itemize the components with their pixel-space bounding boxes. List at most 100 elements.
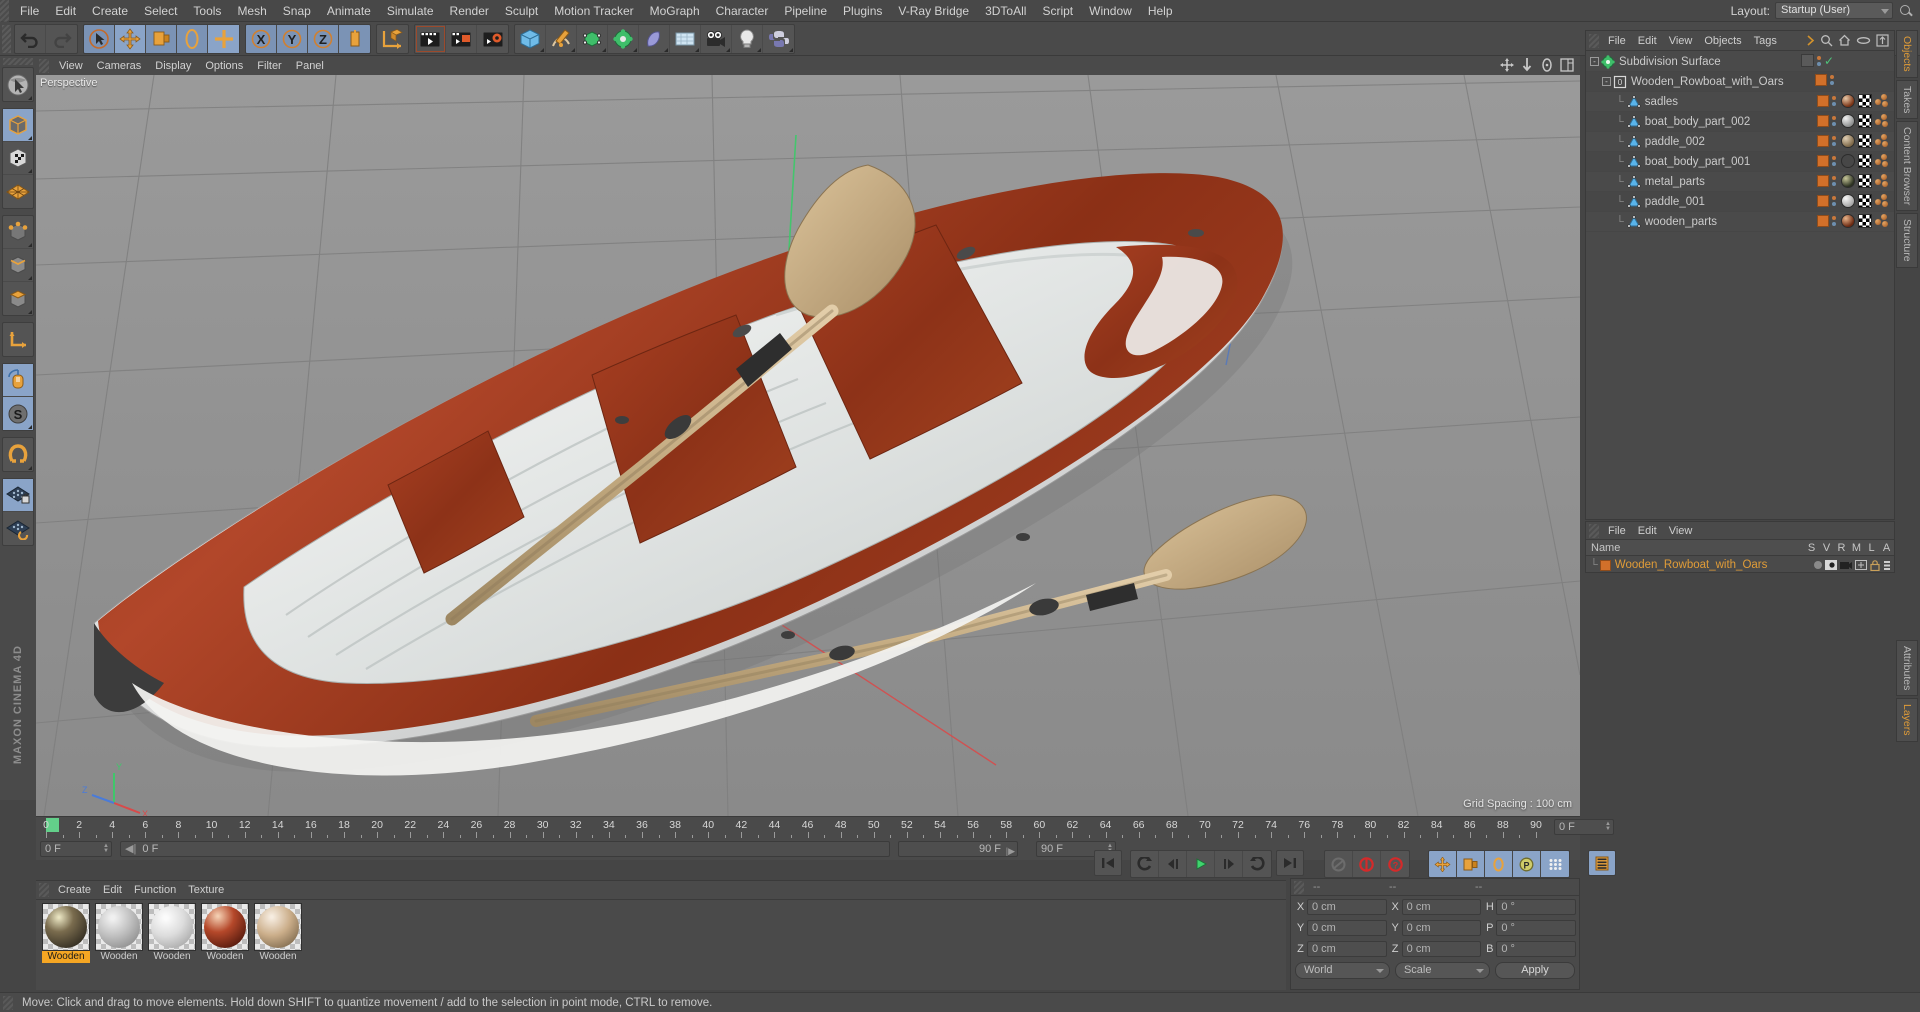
size-x-input[interactable]: 0 cm bbox=[1401, 898, 1482, 915]
lock-flag-icon[interactable] bbox=[1870, 559, 1880, 571]
layer-color-swatch[interactable] bbox=[1817, 155, 1829, 167]
layer-color-swatch[interactable] bbox=[1817, 215, 1829, 227]
size-z-field[interactable]: Z 0 cm bbox=[1389, 940, 1482, 957]
menu-item-tools[interactable]: Tools bbox=[185, 2, 229, 20]
rotation-b-field[interactable]: B 0 ° bbox=[1483, 940, 1577, 957]
layer-color-swatch[interactable] bbox=[1815, 74, 1827, 86]
live-selection-icon[interactable] bbox=[3, 68, 33, 101]
object-manager-gripper[interactable] bbox=[1589, 33, 1599, 48]
rotation-h-input[interactable]: 0 ° bbox=[1496, 898, 1577, 915]
go-to-start-button[interactable] bbox=[1094, 850, 1122, 876]
menu-item-mesh[interactable]: Mesh bbox=[229, 2, 274, 20]
side-tab-objects[interactable]: Objects bbox=[1896, 30, 1918, 78]
objmgr-menu-edit[interactable]: Edit bbox=[1632, 34, 1663, 48]
manager-flag-icon[interactable] bbox=[1855, 560, 1867, 570]
search-icon[interactable] bbox=[1820, 34, 1833, 47]
axis-move-icon[interactable] bbox=[208, 24, 239, 53]
world-coord-icon[interactable] bbox=[339, 25, 370, 53]
visibility-dots[interactable] bbox=[1816, 55, 1821, 66]
object-row-metal-parts[interactable]: └ metal_parts bbox=[1586, 172, 1894, 192]
keyframe-mode-button[interactable] bbox=[1588, 850, 1616, 876]
side-tab-content-browser[interactable]: Content Browser bbox=[1896, 121, 1918, 212]
enabled-check-icon[interactable]: ✓ bbox=[1824, 55, 1834, 67]
go-to-end-button[interactable] bbox=[1276, 850, 1304, 876]
layer-col-a[interactable]: A bbox=[1879, 542, 1894, 554]
position-x-field[interactable]: X 0 cm bbox=[1294, 898, 1387, 915]
menu-item-select[interactable]: Select bbox=[136, 2, 185, 20]
render-settings-icon[interactable] bbox=[477, 25, 508, 53]
material-tag-icon[interactable] bbox=[1841, 134, 1855, 148]
deformer-icon[interactable] bbox=[639, 24, 670, 53]
key-options-button[interactable]: ? bbox=[1381, 851, 1409, 877]
menu-item-sculpt[interactable]: Sculpt bbox=[497, 2, 546, 20]
viewport-3d-scene[interactable]: Y X Z bbox=[36, 75, 1580, 816]
fit-icon[interactable] bbox=[1876, 34, 1889, 47]
texture-tag-icon[interactable] bbox=[1875, 174, 1890, 188]
object-axis-icon[interactable] bbox=[377, 25, 408, 53]
layermgr-menu-file[interactable]: File bbox=[1602, 524, 1632, 538]
objmgr-menu-objects[interactable]: Objects bbox=[1698, 34, 1747, 48]
enable-snap-icon[interactable] bbox=[3, 364, 33, 397]
layermgr-menu-edit[interactable]: Edit bbox=[1632, 524, 1663, 538]
rotation-b-input[interactable]: 0 ° bbox=[1496, 940, 1577, 957]
size-y-input[interactable]: 0 cm bbox=[1401, 919, 1482, 936]
camera-icon[interactable] bbox=[701, 24, 732, 53]
material-name[interactable]: Wooden bbox=[254, 951, 302, 963]
position-key-button[interactable] bbox=[1429, 851, 1457, 877]
render-view-icon[interactable] bbox=[415, 24, 446, 53]
material-thumbnail[interactable] bbox=[201, 903, 249, 951]
menu-item-script[interactable]: Script bbox=[1034, 2, 1081, 20]
render-flag-icon[interactable] bbox=[1840, 560, 1852, 570]
cube-object-mode-icon[interactable] bbox=[3, 109, 33, 142]
texture-tag-icon[interactable] bbox=[1875, 94, 1890, 108]
uvw-tag-icon[interactable] bbox=[1858, 214, 1872, 228]
side-tab-layers[interactable]: Layers bbox=[1896, 698, 1918, 742]
menu-item-pipeline[interactable]: Pipeline bbox=[776, 2, 835, 20]
object-row-boat-body-part-001[interactable]: └ boat_body_part_001 bbox=[1586, 152, 1894, 172]
visibility-dot-icon[interactable] bbox=[1800, 54, 1814, 67]
point-key-button[interactable] bbox=[1541, 851, 1569, 877]
coordinate-system-select[interactable]: World bbox=[1295, 961, 1390, 979]
rotate-icon[interactable] bbox=[177, 24, 208, 53]
menu-item-render[interactable]: Render bbox=[442, 2, 497, 20]
maximize-view-icon[interactable] bbox=[1560, 58, 1574, 72]
material-name[interactable]: Wooden bbox=[95, 951, 143, 963]
dolly-camera-icon[interactable] bbox=[1520, 58, 1534, 72]
menu-item-snap[interactable]: Snap bbox=[275, 2, 319, 20]
material-name[interactable]: Wooden bbox=[42, 951, 90, 963]
texture-tag-icon[interactable] bbox=[1875, 194, 1890, 208]
link-icon[interactable] bbox=[1856, 34, 1871, 47]
side-tab-takes[interactable]: Takes bbox=[1896, 79, 1918, 120]
environment-icon[interactable] bbox=[670, 24, 701, 53]
home-icon[interactable] bbox=[1838, 34, 1851, 47]
layout-select[interactable]: Startup (User) bbox=[1775, 2, 1893, 19]
play-backward-button[interactable] bbox=[1131, 851, 1159, 877]
material-tag-icon[interactable] bbox=[1841, 114, 1855, 128]
timeline-ruler[interactable]: 0 2 4 6 8 10 12 14 16 18 20 22 24 26 28 30 32 34 36 38 40 42 4… bbox=[36, 816, 1580, 839]
step-back-button[interactable] bbox=[1159, 851, 1187, 877]
position-z-input[interactable]: 0 cm bbox=[1307, 940, 1387, 957]
scale-icon[interactable] bbox=[146, 24, 177, 53]
uvw-tag-icon[interactable] bbox=[1858, 114, 1872, 128]
layer-col-s[interactable]: S bbox=[1804, 542, 1819, 554]
subdivision-icon[interactable] bbox=[608, 24, 639, 53]
snap-settings-icon[interactable]: S bbox=[3, 397, 33, 430]
material-thumbnail[interactable] bbox=[148, 903, 196, 951]
visibility-dots[interactable] bbox=[1832, 136, 1836, 146]
lock-y-icon[interactable]: Y bbox=[277, 24, 308, 53]
menu-item-plugins[interactable]: Plugins bbox=[835, 2, 890, 20]
viewport[interactable]: Y X Z View Cameras Display Options Filte… bbox=[36, 56, 1580, 816]
viewport-menu-display[interactable]: Display bbox=[148, 59, 198, 73]
toolbar-gripper[interactable] bbox=[2, 24, 11, 53]
material-tag-icon[interactable] bbox=[1841, 214, 1855, 228]
points-mode-icon[interactable] bbox=[3, 216, 33, 249]
autokey-button[interactable] bbox=[1325, 851, 1353, 877]
layer-color-swatch[interactable] bbox=[1817, 175, 1829, 187]
object-row-wooden-rowboat-with-oars[interactable]: - 0 Wooden_Rowboat_with_Oars bbox=[1586, 72, 1894, 92]
menu-item-window[interactable]: Window bbox=[1081, 2, 1140, 20]
menu-item-animate[interactable]: Animate bbox=[319, 2, 379, 20]
material-item[interactable]: Wooden bbox=[95, 903, 143, 963]
object-tree[interactable]: - Subdivision Surface ✓ - 0 Wooden_Rowbo… bbox=[1586, 52, 1894, 519]
visibility-dots[interactable] bbox=[1832, 196, 1836, 206]
lock-x-icon[interactable]: X bbox=[246, 24, 277, 53]
